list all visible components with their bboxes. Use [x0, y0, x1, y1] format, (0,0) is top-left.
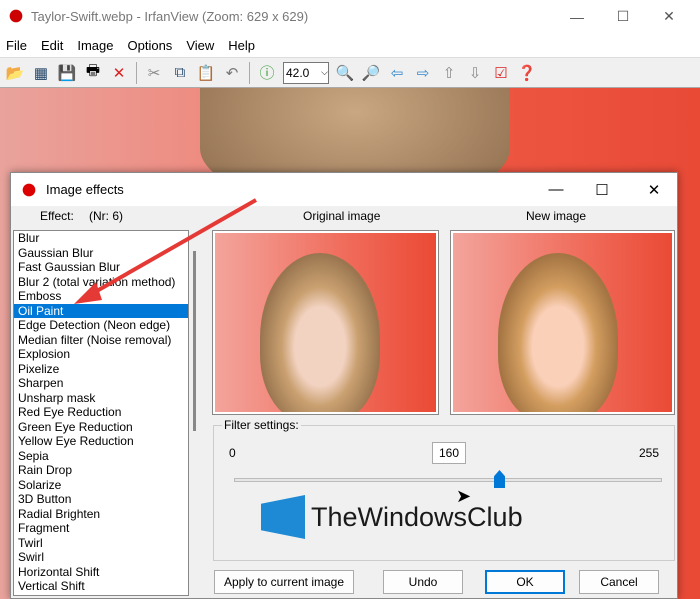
- effect-item[interactable]: Radial Brighten: [14, 507, 188, 522]
- effect-item[interactable]: Red Eye Reduction: [14, 405, 188, 420]
- effect-item[interactable]: Blur 2 (total variation method): [14, 275, 188, 290]
- minimize-button[interactable]: —: [554, 0, 600, 33]
- info-icon[interactable]: ⓘ: [256, 62, 278, 84]
- effect-item[interactable]: 3D Button: [14, 492, 188, 507]
- effect-item[interactable]: Emboss: [14, 289, 188, 304]
- effect-item[interactable]: Rain Drop: [14, 463, 188, 478]
- effect-item[interactable]: Blur: [14, 231, 188, 246]
- properties-icon[interactable]: ☑: [490, 62, 512, 84]
- new-image-label: New image: [526, 209, 587, 223]
- print-icon[interactable]: 🖶: [82, 62, 104, 84]
- close-button[interactable]: ✕: [646, 0, 692, 33]
- menu-file[interactable]: File: [6, 38, 27, 53]
- filter-slider-thumb[interactable]: [494, 470, 505, 488]
- original-image-preview: [212, 230, 439, 415]
- filter-settings-label: Filter settings:: [222, 418, 301, 432]
- effect-number: (Nr: 6): [89, 209, 123, 223]
- zoom-value: 42.0: [286, 65, 310, 80]
- menu-image[interactable]: Image: [77, 38, 113, 53]
- delete-icon[interactable]: ✕: [108, 62, 130, 84]
- effect-item[interactable]: Yellow Eye Reduction: [14, 434, 188, 449]
- zoom-out-icon[interactable]: 🔎: [360, 62, 382, 84]
- first-icon[interactable]: ⇧: [438, 62, 460, 84]
- effect-item[interactable]: Swirl: [14, 550, 188, 565]
- last-icon[interactable]: ⇩: [464, 62, 486, 84]
- open-icon[interactable]: 📂: [4, 62, 26, 84]
- effect-item[interactable]: Sharpen: [14, 376, 188, 391]
- effect-item[interactable]: Vertical Shift: [14, 579, 188, 594]
- irfanview-icon: [20, 181, 38, 198]
- zoom-in-icon[interactable]: 🔍: [334, 62, 356, 84]
- undo-button[interactable]: Undo: [383, 570, 463, 594]
- window-title: Taylor-Swift.webp - IrfanView (Zoom: 629…: [31, 9, 309, 24]
- filter-settings-group: Filter settings: 0 255 160: [213, 418, 675, 561]
- chevron-down-icon: ⌵: [321, 67, 328, 77]
- original-image-label: Original image: [303, 209, 381, 223]
- effect-item[interactable]: Green Eye Reduction: [14, 420, 188, 435]
- save-icon[interactable]: 💾: [56, 62, 78, 84]
- apply-button[interactable]: Apply to current image: [214, 570, 354, 594]
- effect-item[interactable]: Gaussian Blur: [14, 246, 188, 261]
- title-bar: Taylor-Swift.webp - IrfanView (Zoom: 629…: [0, 0, 700, 33]
- filter-slider-track[interactable]: [234, 478, 662, 482]
- menu-bar: File Edit Image Options View Help: [0, 33, 700, 57]
- menu-view[interactable]: View: [186, 38, 214, 53]
- separator: [136, 61, 137, 84]
- effects-list[interactable]: Blur Gaussian Blur Fast Gaussian Blur Blur …: [13, 230, 189, 596]
- menu-edit[interactable]: Edit: [41, 38, 63, 53]
- watermark: TheWindowsClub: [261, 495, 523, 539]
- cancel-button[interactable]: Cancel: [579, 570, 659, 594]
- effect-item[interactable]: Solarize: [14, 478, 188, 493]
- irfanview-icon: [7, 8, 25, 24]
- list-scrollbar[interactable]: [193, 251, 196, 431]
- toolbar: 📂 ▦ 💾 🖶 ✕ ✂ ⧉ 📋 ↶ ⓘ 42.0 ⌵ 🔍 🔎 ⇦ ⇨ ⇧ ⇩ ☑ …: [0, 57, 700, 88]
- dialog-maximize-button[interactable]: ☐: [579, 173, 625, 206]
- effect-item[interactable]: Edge Detection (Neon edge): [14, 318, 188, 333]
- slider-min: 0: [229, 446, 236, 460]
- windows-logo: [261, 495, 305, 539]
- undo-icon[interactable]: ↶: [221, 62, 243, 84]
- ok-button[interactable]: OK: [485, 570, 565, 594]
- dialog-title: Image effects: [46, 182, 124, 197]
- effect-item[interactable]: Twirl: [14, 536, 188, 551]
- effect-item[interactable]: Sepia: [14, 449, 188, 464]
- mouse-cursor: ➤: [456, 486, 472, 506]
- separator: [249, 61, 250, 84]
- filter-value-field[interactable]: 160: [432, 442, 466, 464]
- slider-max: 255: [639, 446, 660, 460]
- image-effects-dialog: Image effects — ☐ ✕ Effect: (Nr: 6) Orig…: [10, 172, 678, 599]
- maximize-button[interactable]: ☐: [600, 0, 646, 33]
- menu-help[interactable]: Help: [228, 38, 255, 53]
- zoom-select[interactable]: 42.0 ⌵: [283, 61, 329, 84]
- previous-icon[interactable]: ⇦: [386, 62, 408, 84]
- next-icon[interactable]: ⇨: [412, 62, 434, 84]
- effect-item[interactable]: Explosion: [14, 347, 188, 362]
- new-image-preview: [450, 230, 675, 415]
- help-icon[interactable]: ❓: [516, 62, 538, 84]
- cut-icon[interactable]: ✂: [143, 62, 165, 84]
- slideshow-icon[interactable]: ▦: [30, 62, 52, 84]
- effect-item[interactable]: Fast Gaussian Blur: [14, 260, 188, 275]
- menu-options[interactable]: Options: [128, 38, 173, 53]
- effect-label: Effect:: [40, 209, 74, 223]
- copy-icon[interactable]: ⧉: [169, 62, 191, 84]
- effect-item[interactable]: Fragment: [14, 521, 188, 536]
- dialog-minimize-button[interactable]: —: [533, 173, 579, 206]
- paste-icon[interactable]: 📋: [195, 62, 217, 84]
- effect-item[interactable]: Pixelize: [14, 362, 188, 377]
- effect-item[interactable]: Unsharp mask: [14, 391, 188, 406]
- effect-item[interactable]: Horizontal Shift: [14, 565, 188, 580]
- dialog-close-button[interactable]: ✕: [631, 173, 677, 206]
- effect-item[interactable]: Median filter (Noise removal): [14, 333, 188, 348]
- effect-item[interactable]: Oil Paint: [14, 303, 188, 318]
